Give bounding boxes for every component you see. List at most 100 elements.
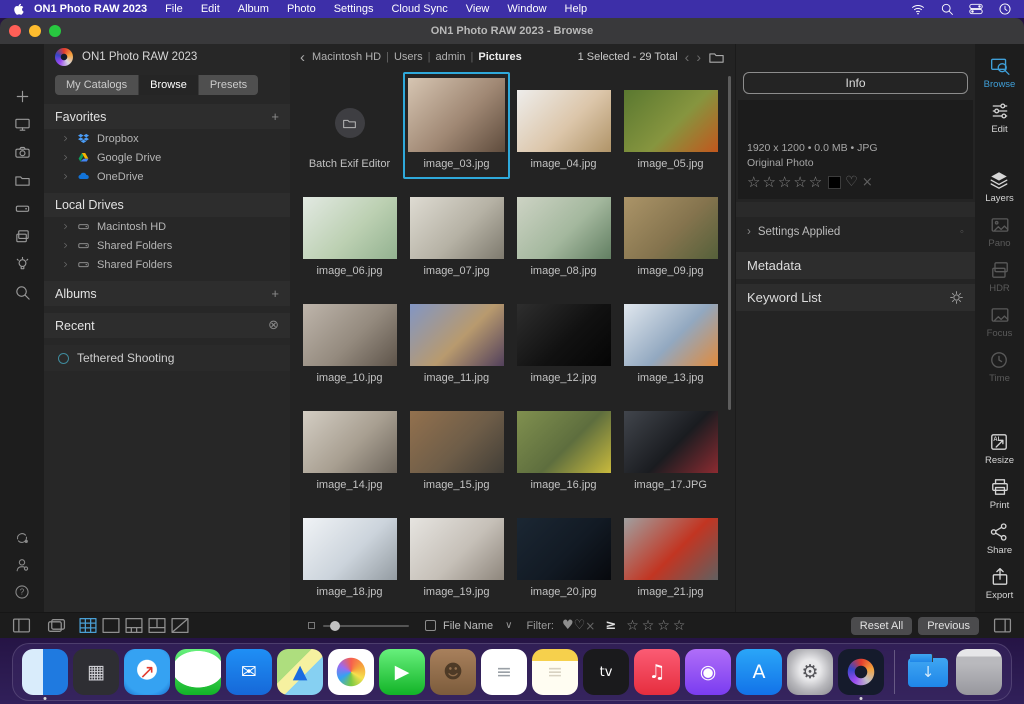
settings-applied-row[interactable]: › Settings Applied ◦ — [736, 217, 975, 247]
filter-not-liked-icon[interactable]: ♡ — [574, 618, 586, 633]
menu-item-cloud-sync[interactable]: Cloud Sync — [382, 0, 456, 18]
close-window-button[interactable] — [9, 25, 21, 37]
module-hdr[interactable]: HDR — [989, 260, 1010, 294]
dock-tv-icon[interactable]: tv — [583, 649, 629, 695]
rail-plus-icon[interactable] — [12, 86, 32, 106]
star-rating[interactable]: ☆☆☆☆☆ — [747, 173, 824, 191]
dock-maps-icon[interactable]: ▲ — [277, 649, 323, 695]
dock-podcasts-icon[interactable]: ◉ — [685, 649, 731, 695]
menu-item-file[interactable]: File — [156, 0, 192, 18]
wifi-icon[interactable] — [911, 2, 925, 16]
sidebar-item-google-drive[interactable]: Google Drive — [44, 148, 290, 167]
module-edit[interactable]: Edit — [990, 101, 1010, 135]
sidebar-item-macintosh-hd[interactable]: Macintosh HD — [44, 217, 290, 236]
sidebar-item-shared-folders[interactable]: Shared Folders — [44, 255, 290, 274]
thumbnail-image[interactable] — [623, 411, 718, 473]
photo-thumbnail[interactable]: image_13.jpg — [617, 286, 724, 393]
tab-browse[interactable]: Browse — [139, 75, 199, 95]
slider-knob[interactable] — [329, 620, 340, 631]
search-icon[interactable] — [940, 2, 954, 16]
thumbnail-image[interactable] — [623, 518, 718, 580]
photo-thumbnail[interactable]: image_03.jpg — [403, 72, 510, 179]
thumbnail-image[interactable] — [302, 304, 397, 366]
split-view-icon[interactable] — [124, 616, 144, 635]
dock-downloads-icon[interactable]: ↓ — [905, 649, 951, 695]
thumbnail-image[interactable] — [302, 197, 397, 259]
sidebar-item-dropbox[interactable]: Dropbox — [44, 129, 290, 148]
photo-thumbnail[interactable]: image_11.jpg — [403, 286, 510, 393]
rail-user-icon[interactable] — [12, 555, 32, 575]
section-favorites[interactable]: Favorites + — [44, 104, 290, 129]
apple-menu-icon[interactable] — [12, 2, 25, 16]
filter-star-rating[interactable]: ☆☆☆☆ — [626, 618, 688, 634]
thumbnail-image[interactable] — [302, 518, 397, 580]
tethered-shooting-item[interactable]: Tethered Shooting — [44, 345, 290, 371]
rail-drive-icon[interactable] — [12, 198, 32, 218]
menu-item-edit[interactable]: Edit — [192, 0, 229, 18]
clear-recent-icon[interactable]: ⊗ — [268, 318, 279, 333]
thumbnail-image[interactable] — [516, 518, 611, 580]
window-titlebar[interactable]: ON1 Photo RAW 2023 - Browse — [0, 18, 1024, 44]
photo-thumbnail[interactable]: image_12.jpg — [510, 286, 617, 393]
module-focus[interactable]: Focus — [987, 305, 1012, 339]
dock-notes-icon[interactable]: ≡ — [532, 649, 578, 695]
breadcrumb-segment[interactable]: admin — [436, 51, 466, 63]
dock-launchpad-icon[interactable]: ▦ — [73, 649, 119, 695]
metadata-header[interactable]: Metadata — [736, 252, 975, 279]
menu-item-album[interactable]: Album — [229, 0, 278, 18]
filter-ge-symbol[interactable]: ≥ — [605, 618, 616, 633]
previous-button[interactable]: Previous — [918, 616, 979, 635]
tab-presets[interactable]: Presets — [198, 75, 259, 95]
filename-checkbox[interactable] — [425, 620, 436, 631]
info-tab-button[interactable]: Info — [743, 72, 968, 94]
filter-rejected-icon[interactable]: × — [585, 619, 595, 633]
photo-thumbnail[interactable]: image_07.jpg — [403, 179, 510, 286]
breadcrumb-segment[interactable]: Users — [394, 51, 423, 63]
chevron-right-icon[interactable] — [61, 241, 70, 250]
menu-app-name[interactable]: ON1 Photo RAW 2023 — [25, 0, 156, 18]
dock-system-settings-icon[interactable]: ⚙ — [787, 649, 833, 695]
dock-app-store-icon[interactable]: A — [736, 649, 782, 695]
rail-search-icon[interactable] — [12, 282, 32, 302]
rail-sync-icon[interactable] — [12, 528, 32, 548]
photo-thumbnail[interactable]: image_19.jpg — [403, 500, 510, 607]
dock-trash-icon[interactable] — [956, 649, 1002, 695]
photo-thumbnail[interactable]: image_04.jpg — [510, 72, 617, 179]
module-print[interactable]: Print — [990, 477, 1010, 511]
photo-thumbnail[interactable]: image_08.jpg — [510, 179, 617, 286]
gear-icon[interactable] — [949, 290, 964, 305]
filter-liked-icon[interactable]: ♥ — [562, 618, 574, 633]
thumbnail-image[interactable] — [409, 411, 504, 473]
module-layers[interactable]: Layers — [985, 170, 1014, 204]
chevron-right-icon[interactable] — [61, 153, 70, 162]
module-pano[interactable]: Pano — [988, 215, 1011, 249]
menu-item-settings[interactable]: Settings — [325, 0, 383, 18]
photo-thumbnail[interactable]: image_15.jpg — [403, 393, 510, 500]
rail-folder-icon[interactable] — [12, 170, 32, 190]
tab-my-catalogs[interactable]: My Catalogs — [55, 75, 140, 95]
dock-mail-icon[interactable]: ✉ — [226, 649, 272, 695]
sidebar-item-shared-folders[interactable]: Shared Folders — [44, 236, 290, 255]
thumbnail-image[interactable] — [516, 197, 611, 259]
photo-thumbnail[interactable]: image_21.jpg — [617, 500, 724, 607]
photo-thumbnail[interactable]: image_06.jpg — [296, 179, 403, 286]
chevron-right-icon[interactable] — [61, 134, 70, 143]
thumbnail-size-small-icon[interactable] — [308, 622, 315, 629]
thumbnail-image[interactable] — [516, 304, 611, 366]
rail-bulb-icon[interactable] — [12, 254, 32, 274]
photo-thumbnail[interactable]: image_10.jpg — [296, 286, 403, 393]
menu-item-view[interactable]: View — [457, 0, 499, 18]
chevron-right-icon[interactable] — [61, 222, 70, 231]
compare-view-icon[interactable] — [170, 616, 190, 635]
photo-thumbnail[interactable]: image_16.jpg — [510, 393, 617, 500]
folder-icon[interactable] — [708, 49, 725, 66]
color-label-swatch[interactable] — [828, 175, 842, 189]
dock-music-icon[interactable]: ♫ — [634, 649, 680, 695]
rail-copies-icon[interactable] — [12, 226, 32, 246]
rail-monitor-icon[interactable] — [12, 114, 32, 134]
chevron-down-icon[interactable]: ∨ — [505, 620, 512, 631]
section-albums[interactable]: Albums + — [44, 281, 290, 306]
thumbnail-image[interactable] — [623, 197, 718, 259]
section-local-drives[interactable]: Local Drives — [44, 193, 290, 217]
thumbnail-image[interactable] — [623, 90, 718, 152]
